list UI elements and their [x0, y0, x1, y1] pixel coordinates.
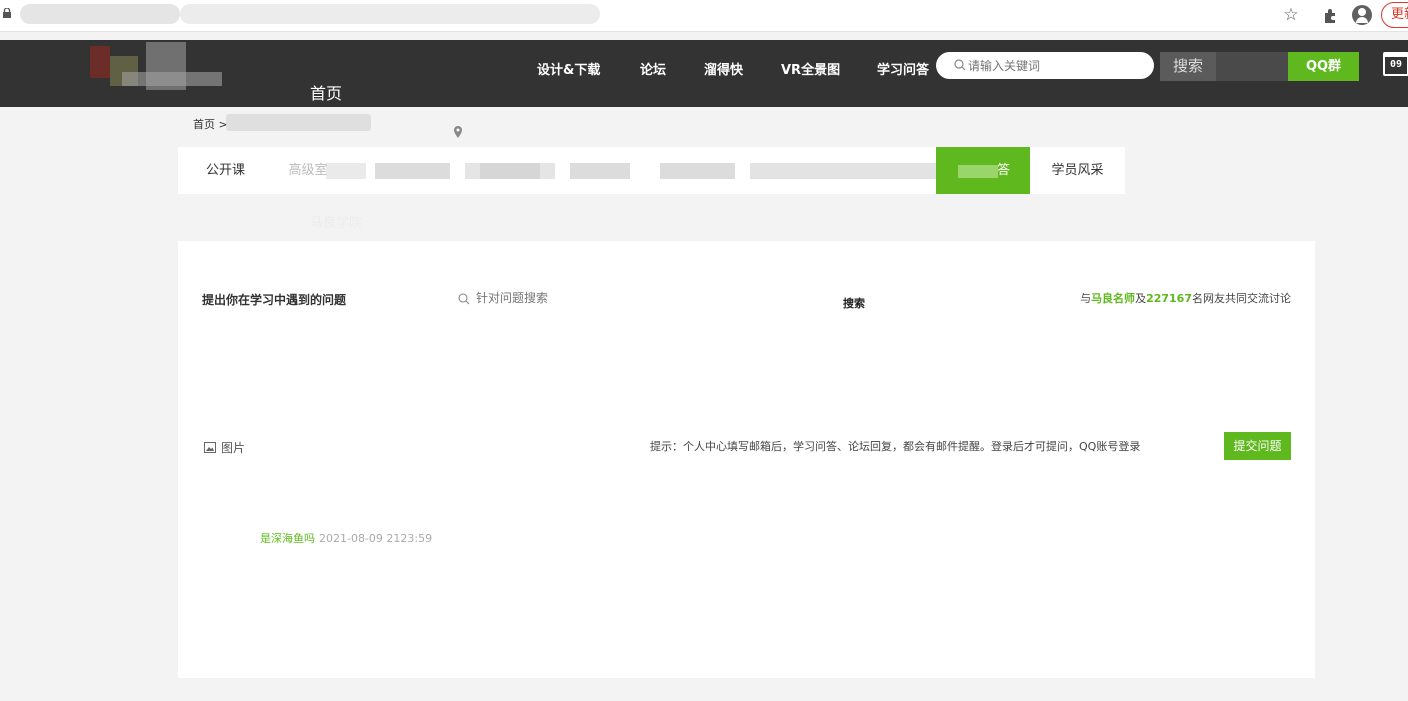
nav-home-link[interactable]: 首页	[310, 80, 342, 104]
site-header: 首页 设计&下载 论坛 溜得快 VR全景图 学习问答 搜索 QQ群 09	[0, 40, 1408, 107]
community-prefix: 与	[1080, 292, 1092, 305]
nav-learning-qa[interactable]: 学习问答	[877, 59, 929, 78]
breadcrumb-blurred	[226, 114, 371, 131]
address-bar-blurred[interactable]	[180, 4, 600, 24]
tab-blurred[interactable]	[570, 163, 630, 179]
nav-liudekuai[interactable]: 溜得快	[704, 59, 743, 78]
tab-blurred[interactable]	[480, 163, 540, 179]
tab-blurred[interactable]	[375, 163, 450, 179]
teachers-link[interactable]: 马良名师	[1091, 292, 1135, 305]
tab-active-blurred	[958, 165, 998, 178]
search-icon	[458, 293, 470, 305]
browser-update-button[interactable]: 更新	[1381, 2, 1408, 28]
address-bar-blurred[interactable]	[20, 4, 180, 24]
nav-vr-panorama[interactable]: VR全景图	[781, 59, 840, 78]
breadcrumb-home[interactable]: 首页 >	[193, 116, 228, 132]
qa-panel: 提出你在学习中遇到的问题 搜索 与马良名师及227167名网友共同交流讨论 图片…	[178, 241, 1315, 678]
member-count: 227167	[1146, 292, 1192, 305]
author-name-link[interactable]: 是深海鱼吗	[260, 532, 315, 545]
tab-active-label: 答	[996, 163, 1010, 178]
tab-student-showcase[interactable]: 学员风采	[1030, 147, 1125, 194]
post-timestamp: 2021-08-09 2123:59	[319, 532, 433, 545]
header-search-button[interactable]: 搜索	[1160, 52, 1216, 81]
ask-question-title: 提出你在学习中遇到的问题	[202, 293, 347, 307]
header-search-box	[936, 52, 1154, 79]
star-icon[interactable]: ☆	[1281, 4, 1301, 26]
image-icon	[204, 442, 216, 453]
calendar-icon[interactable]: 09	[1383, 52, 1408, 76]
community-stats: 与马良名师及227167名网友共同交流讨论	[1080, 290, 1291, 306]
insert-image-button[interactable]: 图片	[204, 439, 245, 456]
question-search-button[interactable]: 搜索	[843, 295, 865, 311]
header-blurred-item	[1216, 52, 1288, 81]
search-icon	[954, 59, 966, 71]
tab-public-course[interactable]: 公开课	[178, 147, 273, 194]
hint-text: 提示：个人中心填写邮箱后，学习问答、论坛回复，都会有邮件提醒。登录后才可提问，Q…	[650, 440, 1141, 453]
extensions-icon[interactable]	[1320, 4, 1340, 26]
category-tab-bar: 公开课 高级室 答 学员风采	[178, 147, 1125, 194]
location-pin-icon	[454, 126, 462, 138]
image-button-label: 图片	[221, 441, 246, 455]
nav-forum[interactable]: 论坛	[640, 59, 666, 78]
community-middle: 及	[1135, 292, 1147, 305]
qq-group-button[interactable]: QQ群	[1288, 52, 1359, 81]
lock-icon	[3, 8, 11, 18]
community-suffix: 名网友共同交流讨论	[1192, 292, 1291, 305]
site-logo[interactable]	[86, 42, 226, 90]
submit-question-button[interactable]: 提交问题	[1224, 432, 1291, 460]
nav-design-download[interactable]: 设计&下载	[537, 59, 600, 78]
tab-blurred[interactable]	[326, 163, 366, 179]
tab-blurred[interactable]	[660, 163, 735, 179]
header-search-input[interactable]	[968, 56, 1138, 75]
question-search-box	[456, 287, 716, 309]
calendar-day: 09	[1389, 59, 1403, 70]
question-search-input[interactable]	[476, 289, 706, 307]
question-author-line: 是深海鱼吗 2021-08-09 2123:59	[260, 530, 432, 546]
faded-site-name: 马良学院	[310, 216, 363, 231]
profile-avatar-icon[interactable]	[1352, 5, 1372, 25]
tab-blurred[interactable]	[750, 163, 936, 179]
browser-toolbar: ☆ 更新	[0, 0, 1408, 32]
